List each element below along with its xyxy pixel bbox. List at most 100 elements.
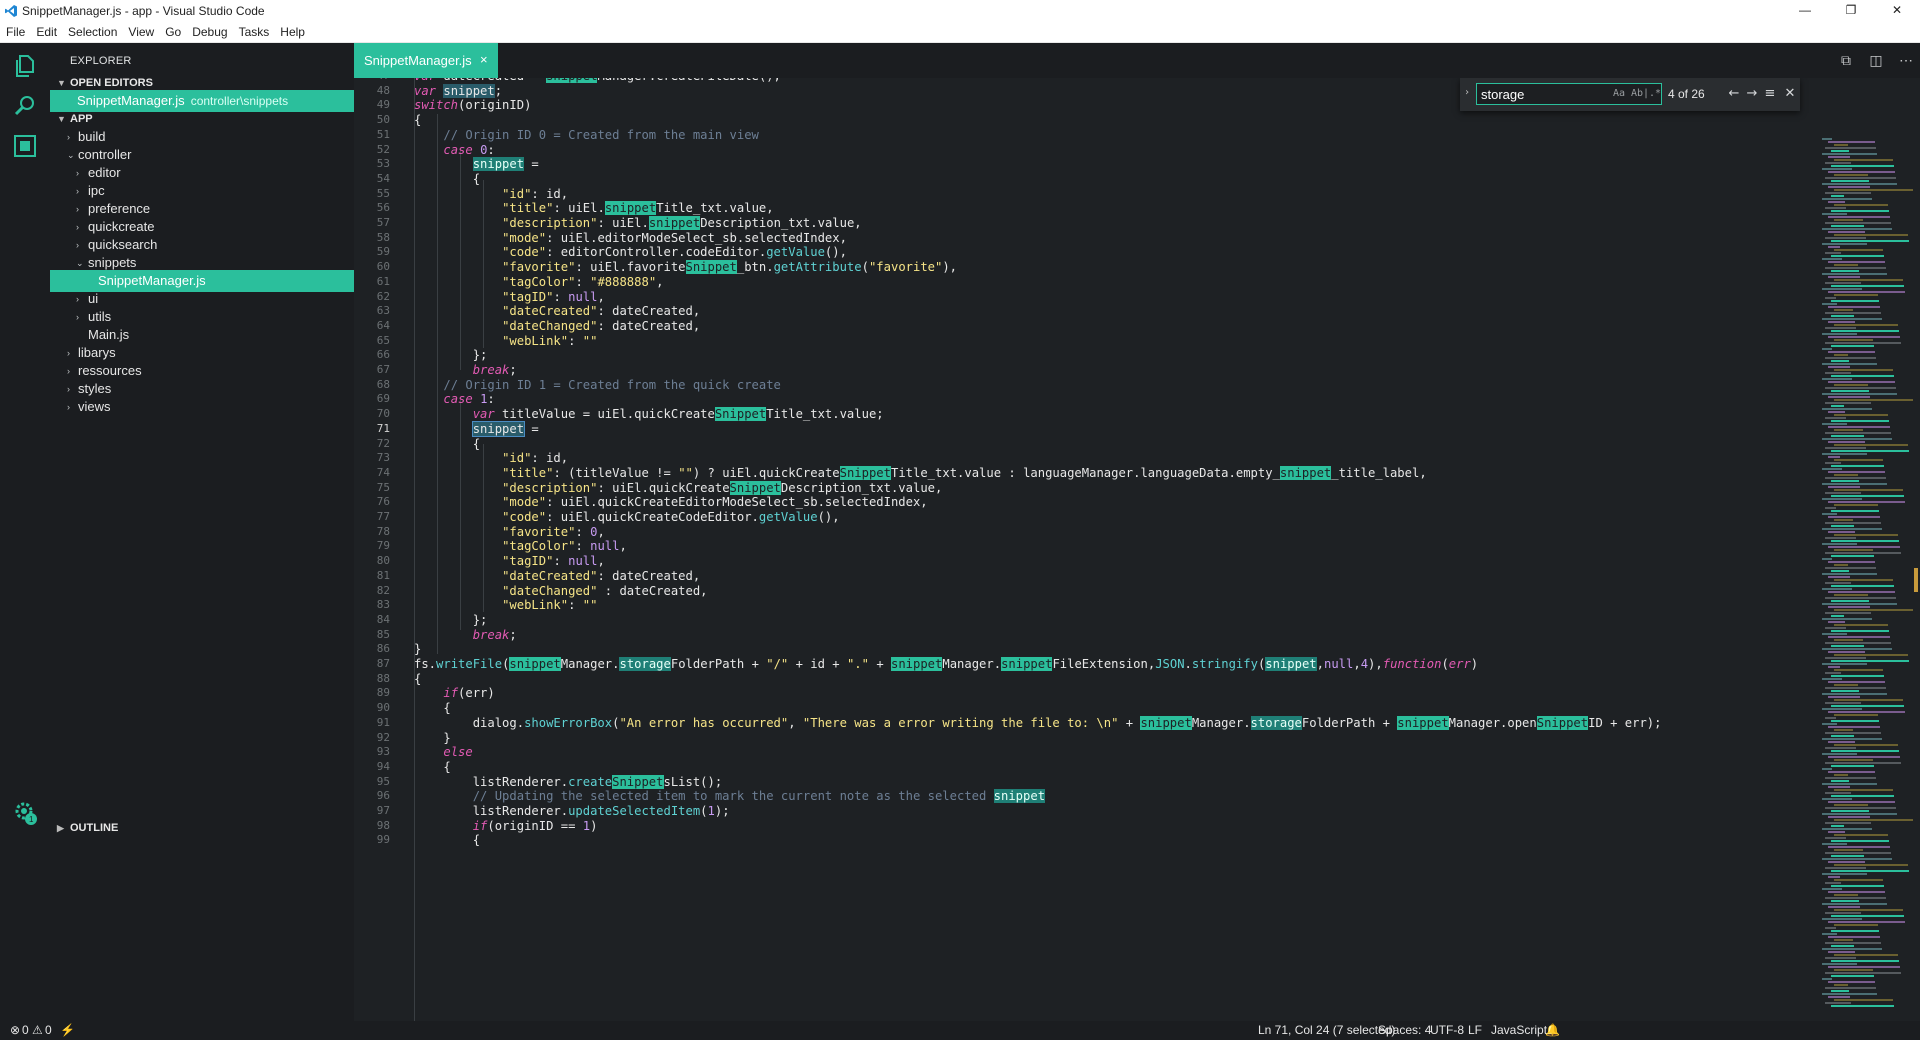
minimap-line: [1828, 861, 1865, 863]
split-editor-icon[interactable]: ◫: [1868, 52, 1884, 68]
maximize-button[interactable]: ❐: [1828, 0, 1874, 22]
line-number-gutter: 4748495051525354555657585960616263646566…: [354, 78, 410, 1021]
minimap-line: [1825, 222, 1891, 224]
status-bar: ⊗ 0 ⚠ 0 ⚡ Ln 71, Col 24 (7 selected) Spa…: [0, 1021, 1920, 1040]
minimap[interactable]: [1814, 138, 1918, 1018]
minimap-line: [1825, 852, 1891, 854]
minimap-line: [1825, 867, 1866, 869]
minimap-line: [1831, 765, 1874, 767]
close-tab-icon[interactable]: ×: [480, 52, 488, 67]
toggle-replace-icon[interactable]: ›: [1464, 87, 1470, 98]
minimap-line: [1828, 216, 1890, 218]
cursor-position[interactable]: Ln 71, Col 24 (7 selected): [1258, 1023, 1395, 1037]
regex-icon[interactable]: .*: [1649, 88, 1661, 99]
minimap-line: [1831, 300, 1879, 302]
minimap-line: [1828, 756, 1900, 758]
settings-gear-icon[interactable]: 1: [12, 799, 38, 825]
find-input[interactable]: [1481, 86, 1609, 102]
error-count[interactable]: 0: [22, 1023, 29, 1037]
minimap-line: [1831, 735, 1854, 737]
minimap-line: [1834, 984, 1848, 986]
find-in-selection-icon[interactable]: ≡: [1762, 85, 1778, 103]
svg-text:1: 1: [29, 815, 34, 824]
minimap-line: [1831, 795, 1894, 797]
menu-tasks[interactable]: Tasks: [239, 22, 270, 42]
minimap-line: [1834, 144, 1848, 146]
minimap-line: [1822, 768, 1832, 770]
minimap-line: [1822, 378, 1852, 380]
code-editor[interactable]: 4748495051525354555657585960616263646566…: [354, 78, 1920, 1021]
minimap-line: [1825, 972, 1901, 974]
code-area[interactable]: var dateCreated = snippetManager.createF…: [414, 78, 1814, 1021]
open-editors-label: OPEN EDITORS: [70, 77, 153, 89]
minimap-line: [1828, 231, 1865, 233]
tree-item-views[interactable]: › views: [50, 396, 354, 418]
open-changes-icon[interactable]: ⧉: [1838, 52, 1854, 68]
language-mode[interactable]: JavaScript: [1491, 1023, 1547, 1037]
menu-debug[interactable]: Debug: [192, 22, 227, 42]
menu-help[interactable]: Help: [280, 22, 305, 42]
warning-count[interactable]: 0: [45, 1023, 52, 1037]
tree-item-label: views: [78, 399, 111, 414]
error-icon[interactable]: ⊗: [10, 1023, 20, 1037]
code-line: dialog.showErrorBox("An error has occurr…: [414, 715, 1662, 730]
warning-icon[interactable]: ⚠: [32, 1023, 43, 1037]
previous-match-icon[interactable]: ←: [1726, 85, 1742, 103]
minimap-line: [1834, 774, 1848, 776]
minimap-line: [1822, 468, 1842, 470]
menu-edit[interactable]: Edit: [36, 22, 57, 42]
minimap-line: [1834, 429, 1863, 431]
minimap-line: [1825, 747, 1856, 749]
minimap-line: [1822, 318, 1882, 320]
more-actions-icon[interactable]: ⋯: [1898, 52, 1914, 68]
minimap-line: [1831, 330, 1899, 332]
line-ending[interactable]: LF: [1468, 1023, 1482, 1037]
minimap-line: [1834, 489, 1903, 491]
minimap-line: [1825, 807, 1896, 809]
find-input-box[interactable]: Aa Ab| .*: [1476, 83, 1662, 105]
close-find-icon[interactable]: ✕: [1782, 85, 1798, 103]
tab-snippetmanager[interactable]: SnippetManager.js ×: [354, 43, 498, 78]
menu-selection[interactable]: Selection: [68, 22, 117, 42]
minimap-line: [1825, 432, 1891, 434]
minimap-line: [1825, 717, 1836, 719]
next-match-icon[interactable]: →: [1744, 85, 1760, 103]
match-case-icon[interactable]: Aa: [1613, 88, 1625, 99]
minimap-line: [1825, 477, 1886, 479]
minimap-line: [1834, 234, 1908, 236]
whole-word-icon[interactable]: Ab|: [1631, 88, 1649, 99]
search-icon[interactable]: [12, 93, 38, 119]
bell-icon[interactable]: 🔔: [1545, 1023, 1560, 1037]
minimap-line: [1822, 168, 1852, 170]
minimap-line: [1822, 933, 1837, 935]
minimap-line: [1834, 549, 1873, 551]
menu-file[interactable]: File: [6, 22, 25, 42]
minimap-line: [1825, 177, 1896, 179]
minimap-line: [1831, 480, 1859, 482]
minimap-line: [1834, 699, 1903, 701]
minimap-line: [1828, 336, 1900, 338]
minimap-line: [1831, 780, 1849, 782]
minimap-line: [1828, 996, 1850, 998]
minimap-line: [1825, 762, 1901, 764]
minimap-line: [1828, 516, 1880, 518]
minimap-line: [1825, 567, 1876, 569]
minimap-line: [1834, 714, 1878, 716]
minimize-button[interactable]: —: [1782, 0, 1828, 22]
encoding[interactable]: UTF-8: [1430, 1023, 1464, 1037]
menu-go[interactable]: Go: [165, 22, 181, 42]
tab-label: SnippetManager.js: [364, 53, 472, 68]
minimap-line: [1831, 510, 1879, 512]
lightning-icon[interactable]: ⚡: [60, 1023, 75, 1037]
minimap-line: [1825, 267, 1886, 269]
minimap-line: [1828, 276, 1860, 278]
close-window-button[interactable]: ✕: [1874, 0, 1920, 22]
indentation[interactable]: Spaces: 4: [1378, 1023, 1431, 1037]
code-line: break;: [472, 627, 517, 642]
minimap-line: [1828, 486, 1860, 488]
minimap-line: [1834, 999, 1893, 1001]
outline-header[interactable]: ▶ OUTLINE: [50, 817, 354, 839]
extensions-icon[interactable]: [12, 133, 38, 159]
menu-view[interactable]: View: [128, 22, 154, 42]
files-icon[interactable]: [12, 53, 38, 79]
